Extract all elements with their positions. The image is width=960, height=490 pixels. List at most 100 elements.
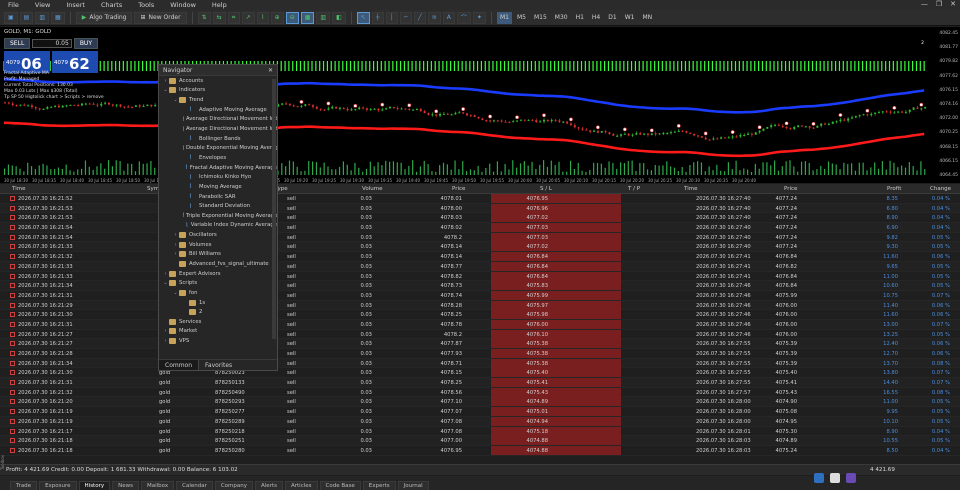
column-header-11[interactable]: Change <box>930 186 951 192</box>
chart-canvas[interactable] <box>0 27 960 183</box>
column-header-0[interactable]: Time <box>12 186 25 192</box>
table-row[interactable]: 2026.07.30 16:21:30goldsell0.034078.2540… <box>0 310 960 320</box>
draw-tool-2-icon[interactable]: │ <box>385 11 398 24</box>
draw-tool-7-icon[interactable]: ⌒ <box>456 11 471 24</box>
table-row[interactable]: 2026.07.30 16:21:34goldsell0.034078.7340… <box>0 281 960 291</box>
draw-tool-8-icon[interactable]: ✦ <box>472 11 486 24</box>
toolbox-tab-articles[interactable]: Articles <box>284 481 318 490</box>
chart-tool-2-icon[interactable]: ⌗ <box>227 11 240 24</box>
close-icon[interactable]: ✕ <box>268 67 273 74</box>
toolbar-tool-2-icon[interactable]: ▥ <box>35 11 50 24</box>
column-header-5[interactable]: Price <box>452 186 465 192</box>
table-row[interactable]: 2026.07.30 16:21:53goldsell0.034078.0340… <box>0 213 960 224</box>
navigator-item-accounts[interactable]: › Accounts <box>159 76 277 86</box>
table-row[interactable]: 2026.07.30 16:21:33goldsell0.034078.1440… <box>0 242 960 253</box>
menu-item-tools[interactable]: Tools <box>130 1 162 9</box>
draw-tool-5-icon[interactable]: ≋ <box>427 11 441 24</box>
chart-tool-9-icon[interactable]: ◧ <box>332 11 346 24</box>
toolbar-tool-1-icon[interactable]: ▤ <box>19 11 34 24</box>
table-row[interactable]: 2026.07.30 16:21:52goldsell0.034078.0140… <box>0 194 960 204</box>
table-row[interactable]: 2026.07.30 16:21:31goldsell0.034078.7440… <box>0 290 960 301</box>
toolbox-tab-journal[interactable]: Journal <box>397 481 429 490</box>
buy-button[interactable]: BUY <box>73 38 98 49</box>
table-row[interactable]: 2026.07.30 16:21:54goldsell0.034078.2407… <box>0 232 960 243</box>
navigator-item-fractal-adaptive-moving-average[interactable]: ⌇ Fractal Adaptive Moving Average <box>159 163 277 173</box>
nav-tab-favorites[interactable]: Favorites <box>199 360 238 370</box>
navigator-item-volumes[interactable]: › Volumes <box>159 240 277 250</box>
toolbar-tool-3-icon[interactable]: ▦ <box>51 11 65 24</box>
column-header-10[interactable]: Profit <box>887 186 901 192</box>
navigator-item-trend[interactable]: ⌄ Trend <box>159 95 277 105</box>
table-row[interactable]: 2026.07.30 16:21:20 gold 878250293 sell 0.03… <box>0 397 960 408</box>
close-window-icon[interactable]: ✕ <box>950 0 956 8</box>
toolbox-tab-alerts[interactable]: Alerts <box>255 481 283 490</box>
navigator-item-double-exponential-moving-average[interactable]: ⌇ Double Exponential Moving Average <box>159 143 277 153</box>
navigator-item-scripts[interactable]: ⌄ Scripts <box>159 278 277 288</box>
table-row[interactable]: 2026.07.30 16:21:27goldsell0.034078.2407… <box>0 329 960 340</box>
minimize-icon[interactable]: — <box>921 0 928 8</box>
bid-price-button[interactable]: 4079 06 <box>4 51 50 73</box>
chart-tool-5-icon[interactable]: ⊕ <box>270 11 284 24</box>
tree-arrow-icon[interactable]: › <box>162 78 169 84</box>
table-row[interactable]: 2026.07.30 16:21:33goldsell0.034078.7740… <box>0 261 960 272</box>
table-row[interactable]: 2026.07.30 16:21:29goldsell0.034078.2840… <box>0 300 960 311</box>
timeframe-d1[interactable]: D1 <box>605 12 619 24</box>
column-header-6[interactable]: S / L <box>540 186 552 192</box>
tree-arrow-icon[interactable]: › <box>172 251 179 257</box>
toolbox-tab-code-base[interactable]: Code Base <box>319 481 361 490</box>
navigator-item-average-directional-movement-index[interactable]: ⌇ Average Directional Movement Index <box>159 115 277 125</box>
menu-item-window[interactable]: Window <box>162 1 204 9</box>
menu-item-insert[interactable]: Insert <box>58 1 93 9</box>
menu-item-view[interactable]: View <box>27 1 58 9</box>
navigator-item-2[interactable]: 2 <box>159 307 277 317</box>
navigator-item-market[interactable]: › Market <box>159 327 277 337</box>
toolbox-tab-news[interactable]: News <box>112 481 139 490</box>
chart-tool-1-icon[interactable]: ⇆ <box>212 11 226 24</box>
tree-arrow-icon[interactable]: ⌄ <box>172 290 179 296</box>
timeframe-h4[interactable]: H4 <box>589 12 603 24</box>
chart-area[interactable]: GOLD, M1: GOLD SELL 0.05 BUY 4079 06 4079… <box>0 27 960 183</box>
table-row[interactable]: 2026.07.30 16:21:27goldsell0.034077.8740… <box>0 339 960 349</box>
table-row[interactable]: 2026.07.30 16:21:31goldsell0.034078.7840… <box>0 319 960 330</box>
new-order-button[interactable]: ⊞ New Order <box>134 11 187 24</box>
table-row[interactable]: 2026.07.30 16:21:32goldsell0.034078.1440… <box>0 252 960 262</box>
tree-arrow-icon[interactable]: › <box>172 232 179 238</box>
timeframe-h1[interactable]: H1 <box>573 12 587 24</box>
navigator-item-standard-deviation[interactable]: ⌇ Standard Deviation <box>159 201 277 211</box>
draw-tool-4-icon[interactable]: ╱ <box>413 11 426 24</box>
timeframe-m1[interactable]: M1 <box>496 11 512 24</box>
navigator-item-triple-exponential-moving-average[interactable]: ⌇ Triple Exponential Moving Average <box>159 211 277 221</box>
column-header-4[interactable]: Volume <box>362 186 382 192</box>
algo-trading-button[interactable]: ▶ Algo Trading <box>75 11 133 24</box>
tree-arrow-icon[interactable]: › <box>172 242 179 248</box>
navigator-item-ichimoku-kinko-hyo[interactable]: ⌇ Ichimoku Kinko Hyo <box>159 172 277 182</box>
navigator-item-envelopes[interactable]: ⌇ Envelopes <box>159 153 277 163</box>
table-row[interactable]: 2026.07.30 16:21:54goldsell0.034078.0240… <box>0 223 960 233</box>
tree-arrow-icon[interactable]: ⌄ <box>162 87 169 93</box>
toolbox-tab-mailbox[interactable]: Mailbox <box>140 481 175 490</box>
draw-tool-6-icon[interactable]: A <box>442 11 455 24</box>
navigator-item-expert-advisors[interactable]: › Expert Advisors <box>159 269 277 279</box>
navigator-item-services[interactable]: Services <box>159 317 277 327</box>
navigator-item-variable-index-dynamic-average[interactable]: ⌇ Variable Index Dynamic Average <box>159 221 277 231</box>
nav-tab-common[interactable]: Common <box>159 360 200 370</box>
chart-tool-8-icon[interactable]: ▥ <box>316 11 331 24</box>
column-header-9[interactable]: Price <box>784 186 797 192</box>
table-row[interactable]: 2026.07.30 16:21:18 gold 878250251 sell 0.03… <box>0 436 960 446</box>
chart-tool-7-icon[interactable]: ▦ <box>300 11 315 24</box>
timeframe-m5[interactable]: M5 <box>514 12 529 24</box>
table-row[interactable]: 2026.07.30 16:21:31 gold 878250133 sell 0.03… <box>0 378 960 388</box>
navigator-item-vps[interactable]: › VPS <box>159 336 277 346</box>
timeframe-m30[interactable]: M30 <box>552 12 571 24</box>
navigator-scrollbar[interactable] <box>272 79 276 339</box>
app-icon[interactable] <box>814 473 824 483</box>
ask-price-button[interactable]: 4079 62 <box>52 51 98 73</box>
navigator-item-1s[interactable]: 1s <box>159 298 277 308</box>
tree-arrow-icon[interactable]: › <box>162 271 169 277</box>
column-header-8[interactable]: Time <box>684 186 697 192</box>
clock-icon[interactable] <box>830 473 840 483</box>
toolbox-tab-company[interactable]: Company <box>214 481 254 490</box>
navigator-item-average-directional-movement-index-wilder[interactable]: ⌇Average Directional Movement Index Wild… <box>159 124 277 134</box>
table-row[interactable]: 2026.07.30 16:21:28goldsell0.034077.9340… <box>0 349 960 359</box>
table-row[interactable]: 2026.07.30 16:21:34gold878250023sell0.03… <box>0 358 960 369</box>
